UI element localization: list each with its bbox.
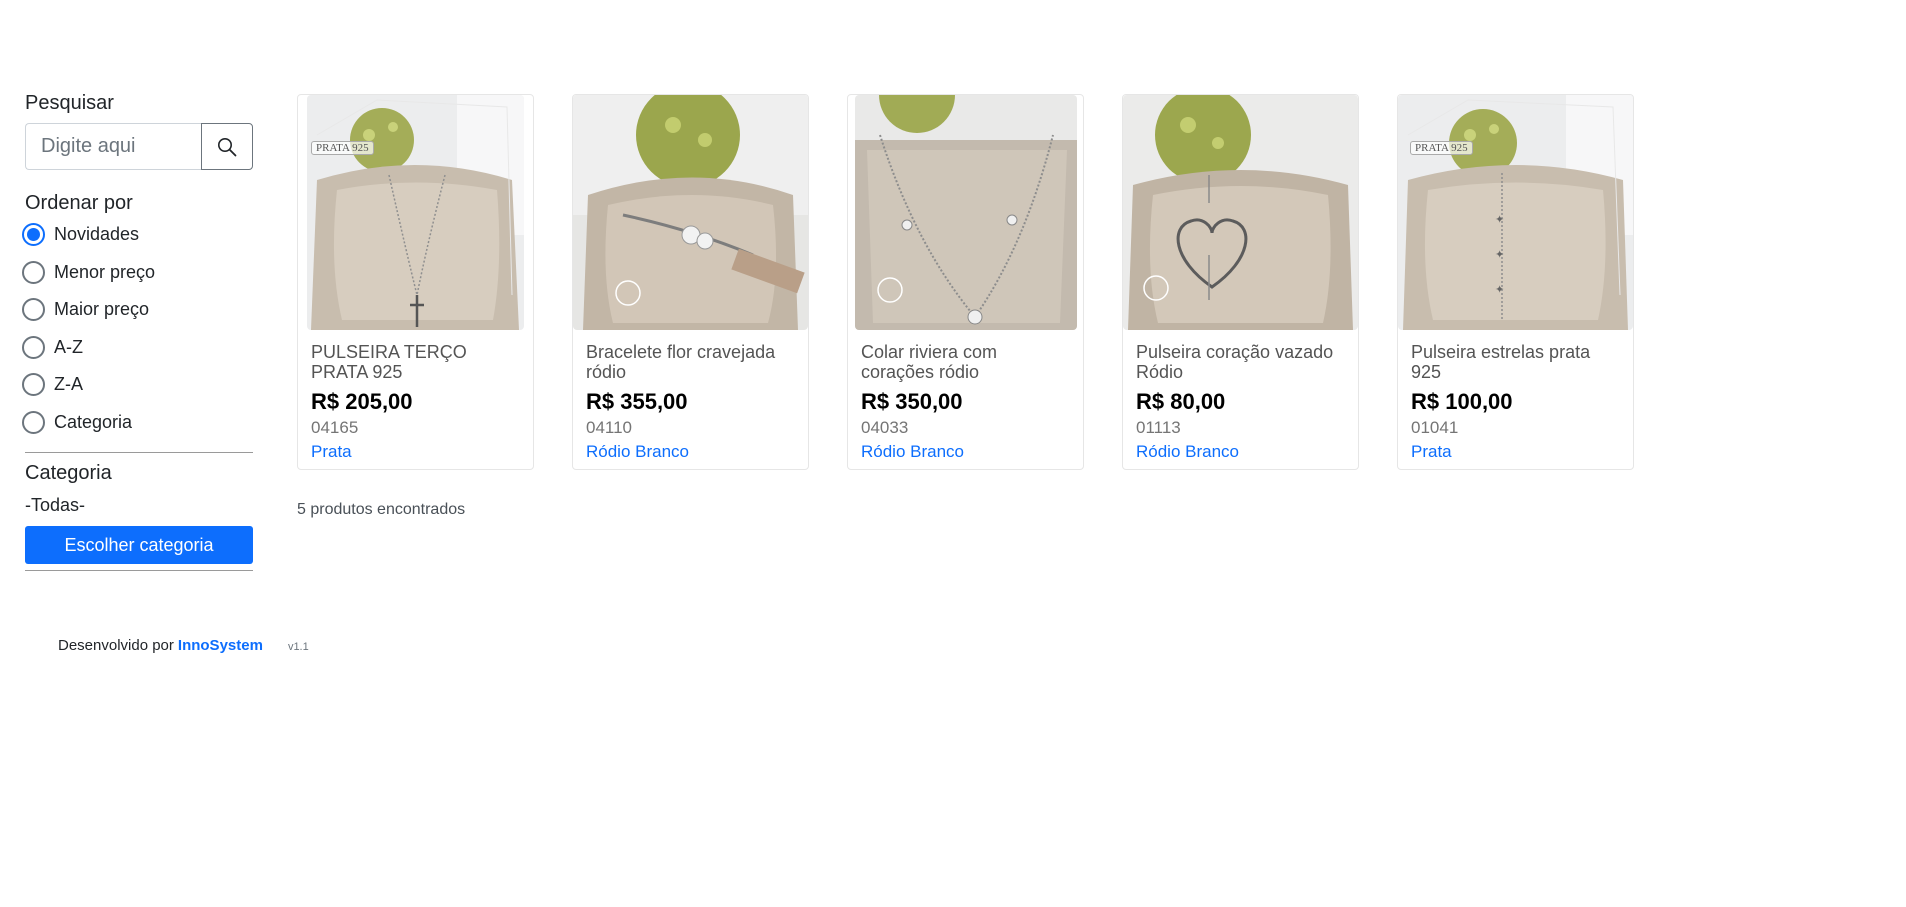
category-value: -Todas- [25, 495, 86, 515]
product-name[interactable]: Pulseira estrelas prata 925 [1411, 342, 1625, 382]
svg-text:✦: ✦ [1495, 214, 1504, 226]
radio-icon[interactable] [22, 373, 45, 397]
product-card[interactable]: ✦ ✦ ✦ PRATA 925 Pulseira estrelas prata … [1397, 94, 1634, 470]
product-name[interactable]: Colar riviera com corações ródio [861, 342, 1075, 382]
sort-option-label: A-Z [54, 336, 83, 357]
sort-option-label: Menor preço [54, 261, 156, 282]
radio-icon[interactable] [22, 410, 45, 434]
sort-option-categoria[interactable]: Categoria [22, 404, 253, 442]
sort-option-label: Novidades [54, 224, 140, 245]
product-category-link[interactable]: Ródio Branco [861, 441, 1075, 463]
product-code: 04033 [861, 418, 909, 437]
divider [25, 570, 253, 571]
sort-option-a-z[interactable]: A-Z [22, 329, 253, 367]
version-label: v1.1 [287, 641, 309, 653]
product-price: R$ 205,00 [311, 389, 413, 414]
product-code: 01113 [1136, 418, 1181, 437]
product-price: R$ 80,00 [1136, 389, 1226, 414]
search-label: Pesquisar [25, 92, 114, 114]
filter-sidebar: Pesquisar Ordenar por Novidades Menor pr… [22, 92, 253, 571]
product-grid: PRATA 925 PULSEIRA TERÇO PRATA 925 R$ 20… [297, 94, 1634, 470]
search-group [25, 123, 253, 170]
search-input[interactable] [25, 123, 201, 170]
product-name[interactable]: Bracelete flor cravejada ródio [586, 342, 800, 382]
product-image[interactable]: PRATA 925 [307, 95, 524, 330]
sort-option-label: Maior preço [54, 299, 150, 320]
divider [25, 452, 253, 453]
sort-option-z-a[interactable]: Z-A [22, 366, 253, 404]
product-info: Pulseira estrelas prata 925 R$ 100,00 01… [1411, 342, 1625, 463]
product-category-link[interactable]: Prata [311, 441, 525, 463]
product-info: PULSEIRA TERÇO PRATA 925 R$ 205,00 04165… [311, 342, 525, 463]
product-card[interactable]: Pulseira coração vazado Ródio R$ 80,00 0… [1122, 94, 1359, 470]
product-name[interactable]: Pulseira coração vazado Ródio [1136, 342, 1350, 382]
product-category-link[interactable]: Ródio Branco [1136, 441, 1350, 463]
product-image[interactable] [1123, 95, 1358, 330]
product-price: R$ 350,00 [861, 389, 963, 414]
footer-developed-by: Desenvolvido por [58, 637, 174, 654]
product-price: R$ 100,00 [1411, 389, 1513, 414]
footer-brand-link[interactable]: InnoSystem [178, 637, 263, 654]
product-watermark: PRATA 925 [1410, 141, 1473, 155]
results-count: 5 produtos encontrados [297, 501, 466, 518]
product-image[interactable] [573, 95, 808, 330]
sort-option-novidades[interactable]: Novidades [22, 216, 253, 254]
sort-option-label: Z-A [54, 374, 83, 395]
product-image[interactable] [855, 95, 1077, 330]
search-button[interactable] [201, 123, 253, 170]
sort-options: Novidades Menor preço Maior preço A-Z Z-… [22, 216, 253, 442]
product-card[interactable]: Bracelete flor cravejada ródio R$ 355,00… [572, 94, 809, 470]
product-category-link[interactable]: Prata [1411, 441, 1625, 463]
product-card[interactable]: PRATA 925 PULSEIRA TERÇO PRATA 925 R$ 20… [297, 94, 534, 470]
svg-text:✦: ✦ [1495, 249, 1504, 261]
sort-option-maior-preco[interactable]: Maior preço [22, 291, 253, 329]
radio-icon[interactable] [22, 335, 45, 359]
sort-label: Ordenar por [25, 192, 133, 214]
radio-icon[interactable] [22, 260, 45, 284]
product-category-link[interactable]: Ródio Branco [586, 441, 800, 463]
choose-category-button[interactable]: Escolher categoria [25, 526, 253, 564]
product-code: 04165 [311, 418, 359, 437]
footer: Desenvolvido por InnoSystem v1.1 [58, 637, 309, 654]
product-info: Bracelete flor cravejada ródio R$ 355,00… [586, 342, 800, 463]
search-icon [218, 137, 237, 156]
product-info: Colar riviera com corações ródio R$ 350,… [861, 342, 1075, 463]
product-code: 01041 [1411, 418, 1459, 437]
product-info: Pulseira coração vazado Ródio R$ 80,00 0… [1136, 342, 1350, 463]
sort-option-label: Categoria [54, 411, 133, 432]
product-watermark: PRATA 925 [311, 141, 374, 155]
radio-icon[interactable] [22, 298, 45, 322]
sort-option-menor-preco[interactable]: Menor preço [22, 254, 253, 292]
product-image[interactable]: ✦ ✦ ✦ PRATA 925 [1398, 95, 1633, 330]
product-name[interactable]: PULSEIRA TERÇO PRATA 925 [311, 342, 525, 382]
svg-text:✦: ✦ [1495, 284, 1504, 296]
category-label: Categoria [25, 462, 112, 484]
product-code: 04110 [586, 418, 633, 437]
product-card[interactable]: Colar riviera com corações ródio R$ 350,… [847, 94, 1084, 470]
radio-checked-icon[interactable] [22, 223, 45, 247]
product-price: R$ 355,00 [586, 389, 688, 414]
